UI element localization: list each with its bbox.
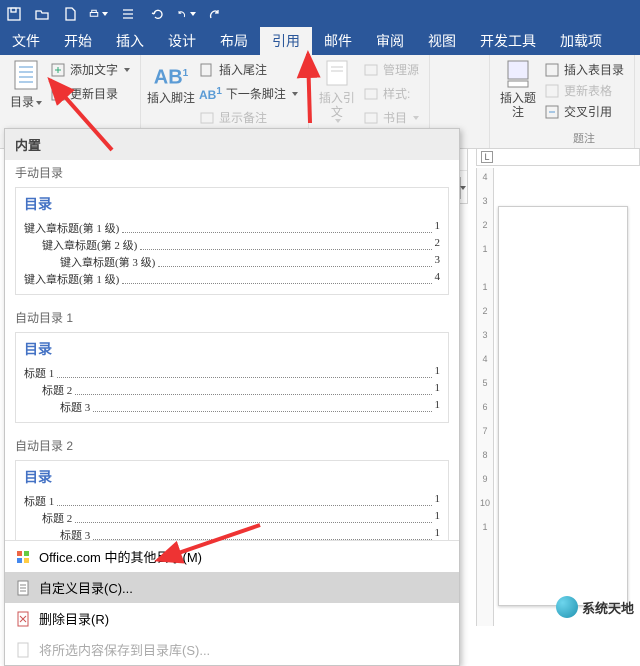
custom-toc[interactable]: 自定义目录(C)...	[5, 572, 459, 603]
tab-file[interactable]: 文件	[0, 27, 52, 55]
tab-view[interactable]: 视图	[416, 27, 468, 55]
undo-icon[interactable]	[176, 4, 196, 24]
caption-group-label: 题注	[540, 130, 628, 146]
tab-review[interactable]: 审阅	[364, 27, 416, 55]
update-toc-button[interactable]: !更新目录	[46, 83, 134, 104]
section-auto1: 自动目录 1	[5, 305, 459, 330]
insert-caption-button[interactable]: 插入题注	[496, 57, 540, 149]
ribbon-tabs: 文件 开始 插入 设计 布局 引用 邮件 审阅 视图 开发工具 加载项	[0, 27, 640, 55]
save-icon[interactable]	[4, 4, 24, 24]
document-icon	[15, 580, 31, 596]
preview-auto2[interactable]: 目录 标题 11标题 21标题 31	[15, 460, 449, 540]
bibliography-button: 书目	[359, 107, 423, 128]
tab-layout[interactable]: 布局	[208, 27, 260, 55]
watermark: 系统天地	[556, 596, 634, 618]
more-office-toc[interactable]: Office.com 中的其他目录(M)	[5, 541, 459, 572]
vertical-ruler[interactable]: 4321123456789101	[476, 168, 494, 626]
show-notes-button: 显示备注	[195, 107, 302, 128]
group-captions: 插入题注 插入表目录 更新表格 交叉引用 题注	[490, 55, 635, 149]
tab-addins[interactable]: 加载项	[548, 27, 614, 55]
toc-line: 标题 11	[24, 493, 440, 509]
watermark-text: 系统天地	[582, 598, 634, 617]
paragraph-icon[interactable]	[116, 4, 140, 24]
preview-manual[interactable]: 目录 键入章标题(第 1 级)1键入章标题(第 2 级)2键入章标题(第 3 级…	[15, 187, 449, 295]
refresh-icon[interactable]	[148, 4, 168, 24]
toc-label: 目录	[10, 95, 34, 109]
toc-line: 标题 31	[24, 527, 440, 540]
tab-insert[interactable]: 插入	[104, 27, 156, 55]
document-page[interactable]	[498, 206, 628, 606]
svg-text:!: !	[54, 90, 57, 101]
new-icon[interactable]	[60, 4, 80, 24]
toc-line: 键入章标题(第 1 级)1	[24, 220, 440, 236]
cross-reference-button[interactable]: 交叉引用	[540, 101, 628, 122]
tab-mail[interactable]: 邮件	[312, 27, 364, 55]
dropdown-footer: Office.com 中的其他目录(M) 自定义目录(C)... 删除目录(R)…	[5, 540, 459, 665]
toc-line: 标题 31	[24, 399, 440, 415]
toc-line: 标题 21	[24, 382, 440, 398]
remove-icon	[15, 611, 31, 627]
dropdown-body: 手动目录 目录 键入章标题(第 1 级)1键入章标题(第 2 级)2键入章标题(…	[5, 160, 459, 540]
tab-selector[interactable]: L	[481, 151, 493, 163]
remove-toc[interactable]: 删除目录(R)	[5, 603, 459, 634]
preview-title: 目录	[24, 339, 440, 359]
insert-tof-button[interactable]: 插入表目录	[540, 59, 628, 80]
globe-icon	[556, 596, 578, 618]
save-selection-toc: 将所选内容保存到目录库(S)...	[5, 634, 459, 665]
office-icon	[15, 549, 31, 565]
toc-line: 键入章标题(第 3 级)3	[24, 254, 440, 270]
add-text-button[interactable]: 添加文字	[46, 59, 134, 80]
dropdown-header: 内置	[5, 129, 459, 160]
preview-title: 目录	[24, 467, 440, 487]
print-icon[interactable]	[88, 4, 108, 24]
section-auto2: 自动目录 2	[5, 433, 459, 458]
insert-endnote-button[interactable]: 插入尾注	[195, 59, 302, 80]
update-tof-button: 更新表格	[540, 80, 628, 101]
save-gallery-icon	[15, 642, 31, 658]
tab-home[interactable]: 开始	[52, 27, 104, 55]
quick-access-toolbar	[0, 0, 640, 27]
citation-style-button: 样式:	[359, 83, 423, 104]
toc-line: 标题 21	[24, 510, 440, 526]
redo-icon[interactable]	[204, 4, 224, 24]
section-manual: 手动目录	[5, 160, 459, 185]
horizontal-ruler[interactable]: L	[476, 148, 640, 166]
preview-title: 目录	[24, 194, 440, 214]
preview-auto1[interactable]: 目录 标题 11标题 21标题 31	[15, 332, 449, 423]
next-footnote-button[interactable]: AB1下一条脚注	[195, 83, 302, 104]
open-icon[interactable]	[32, 4, 52, 24]
toc-gallery-dropdown: 内置 手动目录 目录 键入章标题(第 1 级)1键入章标题(第 2 级)2键入章…	[4, 128, 460, 666]
manage-sources-button: 管理源	[359, 59, 423, 80]
toc-line: 标题 11	[24, 365, 440, 381]
toc-line: 键入章标题(第 1 级)4	[24, 271, 440, 287]
tab-developer[interactable]: 开发工具	[468, 27, 548, 55]
tab-design[interactable]: 设计	[156, 27, 208, 55]
toc-line: 键入章标题(第 2 级)2	[24, 237, 440, 253]
tab-references[interactable]: 引用	[260, 27, 312, 55]
